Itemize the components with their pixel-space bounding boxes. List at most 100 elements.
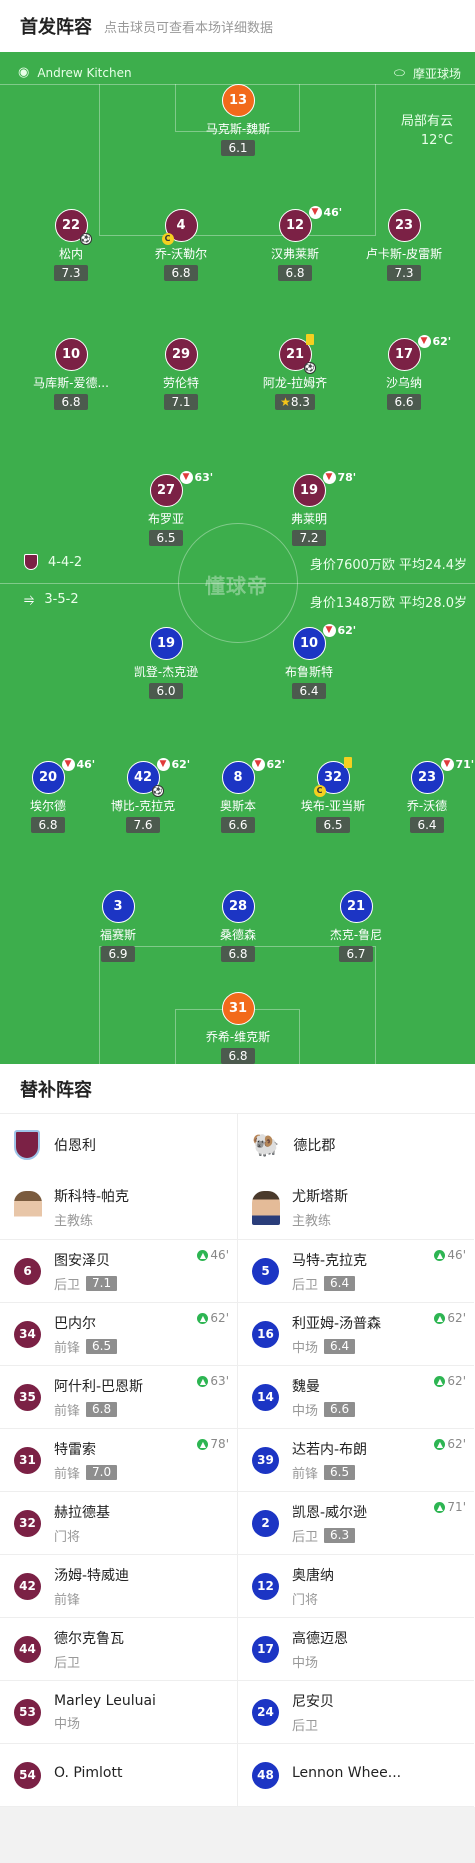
- player-rating: 7.2: [292, 530, 326, 546]
- bench-player-row[interactable]: 12 奥唐纳 门将: [238, 1555, 474, 1618]
- sub-out-icon: ▼: [179, 471, 193, 484]
- bench-player-row[interactable]: 35 阿什利-巴恩斯 前锋 6.8 ▲ 63': [0, 1366, 237, 1429]
- away-formation: ⥤ 3-5-2: [24, 592, 79, 607]
- player-away-21[interactable]: 21 杰克-鲁尼 6.7: [301, 890, 411, 962]
- sub-in-badge: ▲ 46': [197, 1248, 229, 1262]
- bench-player-number: 48: [252, 1761, 279, 1789]
- player-number: 19 ▼ 78': [292, 471, 356, 507]
- player-home-17[interactable]: 17 ▼ 62' 沙乌纳 6.6: [349, 335, 459, 410]
- bench-section: 替补阵容 伯恩利 斯科特-帕克 主教练 6 图安泽贝 后卫 7.1 ▲ 46' 34 巴内尔 前锋…: [0, 1064, 475, 1807]
- sub-out-icon: ▼: [417, 335, 431, 348]
- away-team-name: 德比郡: [293, 1138, 336, 1154]
- coach-role: 主教练: [54, 1214, 94, 1229]
- player-home-22[interactable]: 22 ⚽ 松内 7.3: [16, 209, 126, 281]
- bench-player-role: 前锋: [54, 1403, 81, 1419]
- bench-player-row[interactable]: 48 Lennon Whee...: [238, 1744, 474, 1807]
- player-home-29[interactable]: 29 劳伦特 7.1: [126, 338, 236, 410]
- sub-in-icon: ▲: [197, 1249, 209, 1261]
- sub-in-icon: ▲: [434, 1249, 446, 1261]
- sub-out-icon: ▼: [156, 758, 170, 771]
- player-number: 10 ▼ 62': [292, 624, 356, 660]
- player-home-13[interactable]: 13 马克斯-魏斯 6.1: [183, 84, 293, 156]
- bench-player-row[interactable]: 2 凯恩-威尔逊 后卫 6.3 ▲ 71': [238, 1492, 474, 1555]
- bench-player-row[interactable]: 54 O. Pimlott: [0, 1744, 237, 1807]
- player-name: 奥斯本: [219, 799, 256, 813]
- bench-player-rating: 7.1: [86, 1275, 118, 1291]
- bench-player-row[interactable]: 16 利亚姆-汤普森 中场 6.4 ▲ 62': [238, 1303, 474, 1366]
- sub-in-icon: ▲: [434, 1501, 446, 1513]
- player-number: 21 ⚽: [278, 334, 316, 374]
- player-home-10[interactable]: 10 马库斯-爱德... 6.8: [16, 338, 126, 410]
- bench-player-row[interactable]: 5 马特-克拉克 后卫 6.4 ▲ 46': [238, 1240, 474, 1303]
- bench-player-row[interactable]: 53 Marley Leuluai 中场: [0, 1681, 237, 1744]
- bench-player-row[interactable]: 14 魏曼 中场 6.6 ▲ 62': [238, 1366, 474, 1429]
- bench-player-row[interactable]: 42 汤姆-特威迪 前锋: [0, 1555, 237, 1618]
- player-home-27[interactable]: 27 ▼ 63' 布罗亚 6.5: [111, 471, 221, 546]
- player-number: 29: [164, 338, 198, 371]
- bench-player-row[interactable]: 32 赫拉德基 门将: [0, 1492, 237, 1555]
- player-away-3[interactable]: 3 福赛斯 6.9: [63, 890, 173, 962]
- watermark: 懂球帝: [205, 574, 268, 598]
- player-name: 杰克-鲁尼: [329, 928, 383, 942]
- bench-player-row[interactable]: 34 巴内尔 前锋 6.5 ▲ 62': [0, 1303, 237, 1366]
- away-coach-row[interactable]: 尤斯塔斯 主教练: [238, 1176, 474, 1240]
- player-rating: 6.8: [164, 265, 198, 281]
- home-value: 身价7600万欧 平均24.4岁: [309, 558, 467, 573]
- coach-name: 斯科特-帕克: [54, 1189, 130, 1205]
- weather-text: 局部有云: [400, 114, 453, 129]
- player-home-12[interactable]: 12 ▼ 46' 汉弗莱斯 6.8: [240, 206, 350, 281]
- bench-player-number: 2: [252, 1509, 279, 1537]
- bench-player-row[interactable]: 31 特雷索 前锋 7.0 ▲ 78': [0, 1429, 237, 1492]
- player-away-31[interactable]: 31 乔希-维克斯 6.8: [183, 992, 293, 1064]
- sub-in-badge: ▲ 63': [197, 1374, 229, 1388]
- bench-player-role: 后卫: [54, 1277, 81, 1293]
- home-formation: 4-4-2: [24, 554, 82, 570]
- lineup-title: 首发阵容: [20, 17, 92, 38]
- bench-player-number: 34: [14, 1320, 41, 1348]
- sub-out-icon: ▼: [251, 758, 265, 771]
- sub-out-icon: ▼: [308, 206, 322, 219]
- player-rating: 6.5: [149, 530, 183, 546]
- player-number: 19: [149, 627, 183, 660]
- bench-player-role: 前锋: [54, 1340, 81, 1356]
- bench-player-name: 赫拉德基: [54, 1504, 110, 1521]
- sub-in-icon: ▲: [434, 1375, 446, 1387]
- player-home-19[interactable]: 19 ▼ 78' 弗莱明 7.2: [254, 471, 364, 546]
- player-away-23[interactable]: 23 ▼ 71' 乔-沃德 6.4: [372, 758, 475, 833]
- sub-in-badge: ▲ 62': [434, 1374, 466, 1388]
- bench-player-row[interactable]: 24 尼安贝 后卫: [238, 1681, 474, 1744]
- bench-player-row[interactable]: 44 德尔克鲁瓦 后卫: [0, 1618, 237, 1681]
- bench-player-rating: 6.4: [324, 1338, 356, 1354]
- bench-player-rating: 6.6: [324, 1401, 356, 1417]
- bench-player-row[interactable]: 17 高德迈恩 中场: [238, 1618, 474, 1681]
- venue-name: 摩亚球场: [412, 67, 461, 81]
- player-home-21[interactable]: 21 ⚽ 阿龙-拉姆齐 ★8.3: [240, 334, 350, 410]
- player-away-8[interactable]: 8 ▼ 62' 奥斯本 6.6: [183, 758, 293, 833]
- player-name: 劳伦特: [162, 376, 199, 390]
- player-number: 27 ▼ 63': [149, 471, 213, 507]
- home-coach-row[interactable]: 斯科特-帕克 主教练: [0, 1176, 237, 1240]
- bench-player-rating: 6.5: [324, 1464, 356, 1480]
- player-home-4[interactable]: 4C 乔-沃勒尔 6.8: [126, 209, 236, 281]
- player-away-42[interactable]: 42 ▼ 62' ⚽ 博比-克拉克 7.6: [88, 758, 198, 833]
- coach-name: 尤斯塔斯: [292, 1189, 348, 1205]
- player-number: 12 ▼ 46': [278, 206, 342, 242]
- bench-title: 替补阵容: [0, 1064, 475, 1114]
- sub-in-badge: ▲ 78': [197, 1437, 229, 1451]
- lineup-header: 首发阵容 点击球员可查看本场详细数据: [0, 0, 475, 52]
- player-home-23[interactable]: 23 卢卡斯-皮雷斯 7.3: [349, 209, 459, 281]
- bench-player-row[interactable]: 39 达若内-布朗 前锋 6.5 ▲ 62': [238, 1429, 474, 1492]
- player-rating: 6.1: [221, 140, 255, 156]
- referee-info: ◉ Andrew Kitchen: [18, 65, 132, 80]
- player-away-28[interactable]: 28 桑德森 6.8: [183, 890, 293, 962]
- bench-player-name: Lennon Whee...: [292, 1765, 402, 1781]
- player-away-19[interactable]: 19 凯登-杰克逊 6.0: [111, 627, 221, 699]
- bench-player-number: 42: [14, 1572, 41, 1600]
- bench-player-role: 中场: [54, 1716, 81, 1732]
- sub-out-icon: ▼: [61, 758, 75, 771]
- player-away-10[interactable]: 10 ▼ 62' 布鲁斯特 6.4: [254, 624, 364, 699]
- player-rating: 6.8: [278, 265, 312, 281]
- bench-player-row[interactable]: 6 图安泽贝 后卫 7.1 ▲ 46': [0, 1240, 237, 1303]
- player-rating: 6.4: [410, 817, 444, 833]
- player-name: 阿龙-拉姆齐: [262, 376, 328, 390]
